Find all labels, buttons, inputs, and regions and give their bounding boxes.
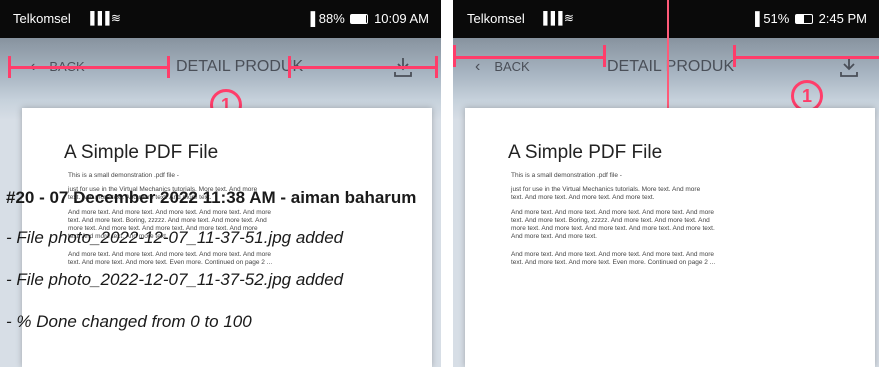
pdf-text-line: And more text. And more text. And more t… xyxy=(511,209,715,216)
pdf-text-line: text. And more text. And more text. And … xyxy=(511,194,655,201)
annotation-line xyxy=(8,66,170,69)
annotation-tick xyxy=(167,56,170,78)
journal-entry: #20 - 07 December 2022 11:38 AM - aiman … xyxy=(6,188,417,331)
pdf-text-line: just for use in the Virtual Mechanics tu… xyxy=(511,186,701,193)
journal-item: - File photo_2022-12-07_11-37-52.jpg add… xyxy=(6,270,344,289)
screenshot-right: Telkomsel ▐▐▐ ≋ ▐ 51% 2:45 PM ‹ BACK DETA… xyxy=(453,0,879,367)
battery-icon xyxy=(794,14,813,24)
pdf-text-line: This is a small demonstration .pdf file … xyxy=(511,172,622,179)
clock: 2:45 PM xyxy=(818,11,867,26)
annotation-line xyxy=(733,56,879,59)
pdf-text-line: And more text. And more text. xyxy=(511,233,597,240)
annotation-line xyxy=(453,56,605,59)
chevron-left-icon: ‹ xyxy=(475,58,481,75)
carrier-label: Telkomsel xyxy=(13,11,71,26)
clock: 10:09 AM xyxy=(374,11,429,26)
page-title: DETAIL PRODUK xyxy=(607,58,735,75)
annotation-tick xyxy=(435,56,438,78)
annotation-tick xyxy=(288,56,291,78)
pdf-text-line: more text. And more text. And more text.… xyxy=(511,225,715,232)
pdf-text-line: text. And more text. And more text. Even… xyxy=(511,259,716,266)
status-bar: Telkomsel ▐▐▐ ≋ ▐ 88% 10:09 AM xyxy=(0,0,441,38)
journal-item: - File photo_2022-12-07_11-37-51.jpg add… xyxy=(6,228,344,247)
annotation-tick xyxy=(733,45,736,67)
signal-wifi-icon: ▐▐▐ ≋ xyxy=(539,11,574,25)
annotation-line xyxy=(288,66,438,69)
pdf-title: A Simple PDF File xyxy=(64,142,219,163)
carrier-label: Telkomsel xyxy=(467,11,525,26)
pdf-text-line: And more text. And more text. And more t… xyxy=(68,251,272,258)
back-button[interactable]: ‹ BACK xyxy=(475,58,530,76)
journal-item: - % Done changed from 0 to 100 xyxy=(6,312,252,331)
battery-percent: ▐ 88% xyxy=(305,11,349,26)
pdf-text-line: text. And more text. Boring, zzzzz. And … xyxy=(511,217,710,224)
annotation-tick xyxy=(453,45,456,67)
annotation-tick xyxy=(8,56,11,78)
pdf-title: A Simple PDF File xyxy=(508,142,663,163)
status-bar: Telkomsel ▐▐▐ ≋ ▐ 51% 2:45 PM xyxy=(453,0,879,38)
pdf-text-line: text. And more text. And more text. Even… xyxy=(68,259,273,266)
back-label: BACK xyxy=(494,59,530,74)
pdf-text-line: And more text. And more text. And more t… xyxy=(68,209,272,216)
pdf-text-line: This is a small demonstration .pdf file … xyxy=(68,172,179,179)
pdf-page: A Simple PDF File This is a small demons… xyxy=(465,108,875,367)
journal-heading: #20 - 07 December 2022 11:38 AM - aiman … xyxy=(6,188,417,207)
battery-icon xyxy=(350,14,369,24)
battery-percent: ▐ 51% xyxy=(750,11,793,26)
pdf-text-line: And more text. And more text. And more t… xyxy=(511,251,715,258)
annotation-tick xyxy=(603,45,606,67)
page-title: DETAIL PRODUK xyxy=(176,58,304,75)
signal-wifi-icon: ▐▐▐ ≋ xyxy=(86,11,121,25)
pdf-text-line: text. And more text. Boring, zzzzz. And … xyxy=(68,217,267,224)
